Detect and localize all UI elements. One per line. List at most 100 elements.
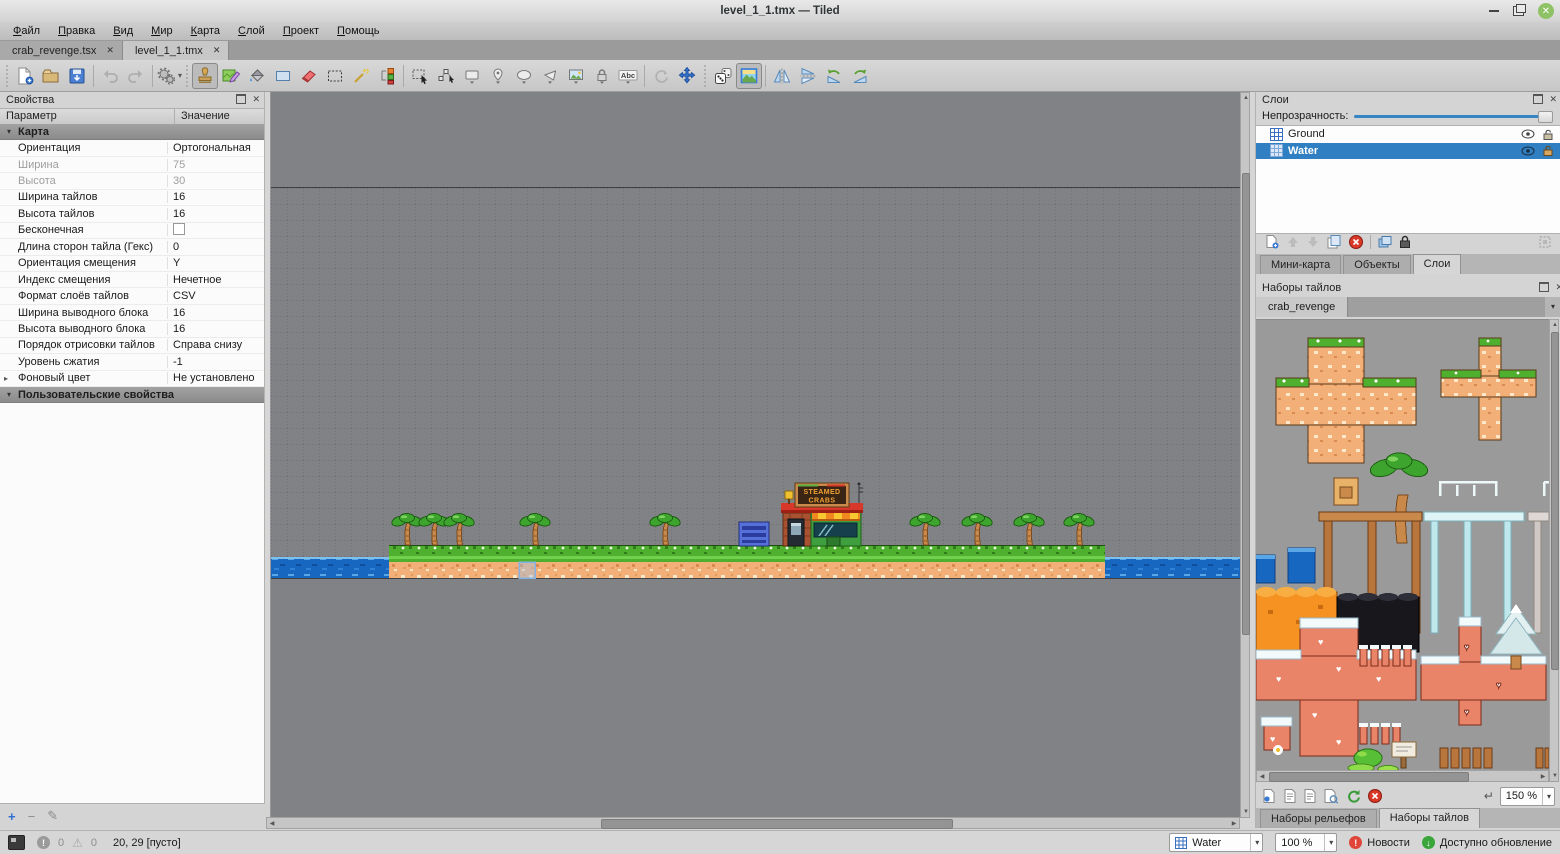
menu-file[interactable]: Файл — [4, 24, 49, 38]
property-row[interactable]: Ширина тайлов16 — [0, 190, 264, 206]
undo-button[interactable] — [97, 63, 123, 89]
new-layer-button[interactable] — [1264, 234, 1280, 250]
tab-close-icon[interactable]: ✕ — [213, 45, 221, 56]
highlight-current-layer-toggle[interactable] — [1537, 234, 1553, 250]
remove-property-button[interactable]: − — [28, 809, 36, 824]
collapsed-icon[interactable]: ▸ — [4, 374, 8, 383]
eraser-tool[interactable] — [296, 63, 322, 89]
property-row[interactable]: Формат слоёв тайловCSV — [0, 288, 264, 304]
new-map-button[interactable] — [12, 63, 38, 89]
remove-tileset-button[interactable] — [1367, 788, 1383, 804]
menu-map[interactable]: Карта — [182, 24, 229, 38]
console-toggle-icon[interactable] — [8, 835, 25, 850]
tileset-horizontal-scrollbar[interactable]: ◀ ▶ — [1256, 770, 1549, 782]
column-param[interactable]: Параметр — [0, 109, 175, 125]
property-row[interactable]: Уровень сжатия-1 — [0, 354, 264, 370]
toolbar-drag-handle[interactable] — [184, 65, 190, 87]
float-dock-button[interactable] — [1533, 94, 1543, 104]
dynamic-wrap-icon[interactable]: ↵ — [1484, 789, 1494, 803]
property-row-background-color[interactable]: ▸ Фоновый цветНе установлено — [0, 371, 264, 387]
tileset-vertical-scrollbar[interactable]: ▲ ▼ — [1549, 319, 1559, 782]
opacity-slider[interactable] — [1354, 110, 1553, 122]
remove-layer-button[interactable] — [1348, 234, 1364, 250]
random-mode-button[interactable] — [710, 63, 736, 89]
dropdown-icon[interactable]: ▾ — [1250, 834, 1259, 851]
tab-level-1-1-tmx[interactable]: level_1_1.tmx ✕ — [123, 41, 229, 60]
lock-icon[interactable] — [1543, 145, 1553, 156]
property-group-map[interactable]: ▾Карта — [0, 124, 264, 140]
scroll-handle[interactable] — [1269, 772, 1469, 782]
tab-crab-revenge-tsx[interactable]: crab_revenge.tsx ✕ — [0, 41, 123, 60]
bucket-fill-tool[interactable] — [244, 63, 270, 89]
lower-layer-button[interactable] — [1306, 235, 1320, 249]
redo-button[interactable] — [123, 63, 149, 89]
offset-layers-button[interactable] — [674, 63, 700, 89]
edit-tileset-button[interactable] — [1283, 788, 1297, 804]
tab-close-icon[interactable]: ✕ — [106, 45, 114, 56]
flip-vertical-button[interactable] — [795, 63, 821, 89]
visibility-eye-icon[interactable] — [1521, 129, 1535, 139]
insert-rectangle-tool[interactable] — [459, 63, 485, 89]
close-dock-button[interactable]: ✕ — [1555, 282, 1560, 292]
stamp-brush-tool[interactable] — [192, 63, 218, 89]
property-row[interactable]: Порядок отрисовки тайловСправа снизу — [0, 338, 264, 354]
infinite-checkbox[interactable] — [173, 223, 185, 235]
save-button[interactable] — [64, 63, 90, 89]
news-button[interactable]: ! Новости — [1349, 836, 1410, 849]
tileset-view[interactable]: ♥♥♥ ♥♥♥ ♥ — [1256, 319, 1549, 771]
close-dock-button[interactable]: ✕ — [252, 94, 260, 104]
column-value[interactable]: Значение — [175, 109, 230, 125]
canvas-horizontal-scrollbar[interactable]: ◀ ▶ — [266, 817, 1240, 829]
rotate-right-button[interactable] — [847, 63, 873, 89]
tab-terrain-sets[interactable]: Наборы рельефов — [1260, 809, 1377, 828]
scroll-right-icon[interactable]: ▶ — [1229, 818, 1239, 828]
commands-button[interactable]: ▾ — [156, 63, 182, 89]
property-group-custom[interactable]: ▾Пользовательские свойства — [0, 387, 264, 403]
edit-polygons-tool[interactable] — [433, 63, 459, 89]
reload-tileset-button[interactable] — [1345, 788, 1361, 804]
scroll-handle[interactable] — [1242, 173, 1250, 635]
menu-world[interactable]: Мир — [142, 24, 181, 38]
menu-help[interactable]: Помощь — [328, 24, 389, 38]
tileset-tab-dropdown[interactable]: ▾ — [1545, 297, 1560, 317]
scroll-left-icon[interactable]: ◀ — [267, 818, 277, 828]
scroll-down-icon[interactable]: ▼ — [1550, 771, 1560, 781]
shape-fill-tool[interactable] — [270, 63, 296, 89]
tileset-tab-crab-revenge[interactable]: crab_revenge — [1256, 297, 1348, 317]
expanded-icon[interactable]: ▾ — [4, 390, 14, 399]
tileset-zoom-combo[interactable]: 150 % ▾ — [1500, 787, 1555, 806]
new-tileset-button[interactable] — [1262, 788, 1277, 804]
zoom-combo[interactable]: 100 % ▾ — [1275, 833, 1337, 852]
scroll-down-icon[interactable]: ▼ — [1241, 807, 1251, 817]
insert-template-tool[interactable] — [589, 63, 615, 89]
scroll-up-icon[interactable]: ▲ — [1241, 93, 1251, 103]
property-row-infinite[interactable]: Бесконечная — [0, 223, 264, 239]
insert-tile-tool[interactable] — [563, 63, 589, 89]
layer-row-water[interactable]: Water — [1256, 143, 1560, 160]
tab-minimap[interactable]: Мини-карта — [1260, 255, 1341, 274]
same-tile-select-tool[interactable] — [374, 63, 400, 89]
scroll-right-icon[interactable]: ▶ — [1538, 771, 1548, 781]
rotate-objects-button[interactable] — [648, 63, 674, 89]
flip-horizontal-button[interactable] — [769, 63, 795, 89]
property-row[interactable]: Ширина75 — [0, 157, 264, 173]
magic-wand-tool[interactable] — [348, 63, 374, 89]
property-row[interactable]: ОриентацияОртогональная — [0, 140, 264, 156]
rotate-left-button[interactable] — [821, 63, 847, 89]
lock-other-layers-button[interactable] — [1399, 235, 1411, 249]
tab-tilesets[interactable]: Наборы тайлов — [1379, 808, 1480, 828]
insert-text-tool[interactable]: Abc — [615, 63, 641, 89]
terrain-brush-tool[interactable] — [218, 63, 244, 89]
current-layer-combo[interactable]: Water ▾ — [1169, 833, 1263, 852]
dropdown-icon[interactable]: ▾ — [1542, 788, 1551, 805]
scroll-left-icon[interactable]: ◀ — [1257, 771, 1267, 781]
menu-project[interactable]: Проект — [274, 24, 328, 38]
float-dock-button[interactable] — [236, 94, 246, 104]
tab-layers[interactable]: Слои — [1413, 254, 1462, 274]
scroll-handle[interactable] — [601, 819, 953, 829]
lock-icon[interactable] — [1543, 129, 1553, 140]
tab-objects[interactable]: Объекты — [1343, 255, 1410, 274]
edit-property-button[interactable]: ✎ — [47, 808, 58, 824]
float-dock-button[interactable] — [1539, 282, 1549, 292]
scroll-up-icon[interactable]: ▲ — [1550, 320, 1560, 330]
